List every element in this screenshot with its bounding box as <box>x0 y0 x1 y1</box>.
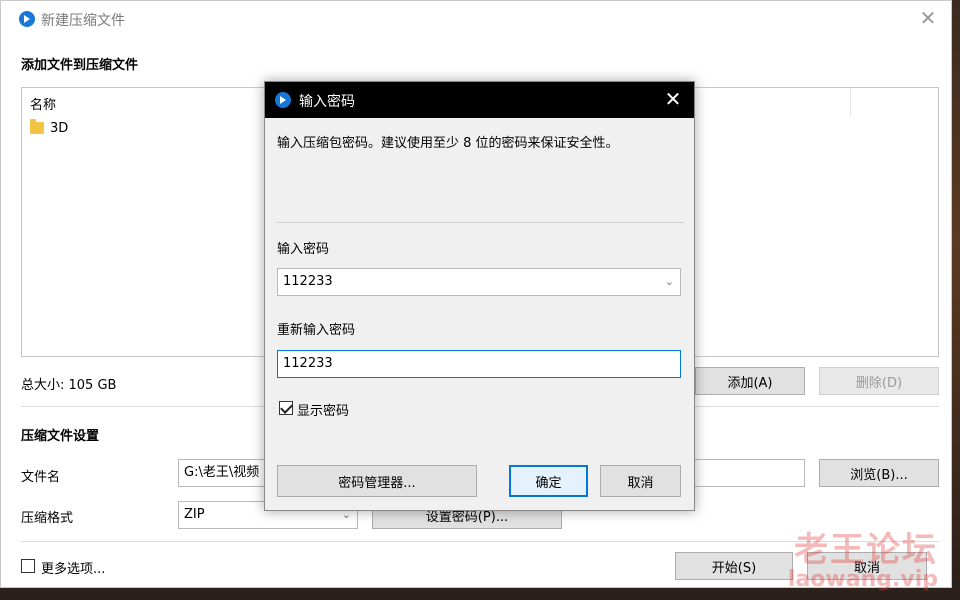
add-button[interactable]: 添加(A) <box>695 367 805 395</box>
dialog-close-icon[interactable]: ✕ <box>662 88 684 110</box>
delete-button[interactable]: 删除(D) <box>819 367 939 395</box>
password-dialog: 输入密码 ✕ 输入压缩包密码。建议使用至少 8 位的密码来保证安全性。 输入密码… <box>264 81 695 511</box>
filename-label: 文件名 <box>21 470 61 485</box>
format-label: 压缩格式 <box>21 511 74 526</box>
browse-button[interactable]: 浏览(B)... <box>819 459 939 487</box>
show-password-checkbox[interactable] <box>279 401 293 415</box>
column-separator <box>850 88 851 116</box>
window-titlebar[interactable]: 新建压缩文件 ✕ <box>1 1 951 37</box>
dialog-description: 输入压缩包密码。建议使用至少 8 位的密码来保证安全性。 <box>277 136 619 151</box>
settings-section-title: 压缩文件设置 <box>21 429 100 444</box>
files-section-title: 添加文件到压缩文件 <box>21 58 139 73</box>
folder-icon <box>30 119 44 134</box>
footer-divider <box>21 541 939 542</box>
confirm-password-input[interactable]: 112233 <box>277 350 681 378</box>
show-password-label[interactable]: 显示密码 <box>297 400 349 419</box>
window-title: 新建压缩文件 <box>41 13 125 29</box>
chevron-down-icon[interactable]: ⌄ <box>665 269 674 295</box>
password-manager-button[interactable]: 密码管理器... <box>277 465 477 497</box>
app-logo-icon <box>19 11 35 27</box>
format-select-value: ZIP <box>184 507 205 522</box>
window-close-icon[interactable]: ✕ <box>917 7 939 29</box>
start-button[interactable]: 开始(S) <box>675 552 793 580</box>
more-options-checkbox[interactable] <box>21 559 35 573</box>
main-cancel-button[interactable]: 取消 <box>807 552 927 580</box>
dialog-cancel-button[interactable]: 取消 <box>600 465 681 497</box>
list-item[interactable]: 3D <box>30 118 68 138</box>
column-header-name[interactable]: 名称 <box>30 94 56 113</box>
ok-button[interactable]: 确定 <box>509 465 588 497</box>
password-label: 输入密码 <box>277 242 330 257</box>
dialog-titlebar[interactable]: 输入密码 ✕ <box>265 82 694 118</box>
more-options-label[interactable]: 更多选项... <box>41 558 105 577</box>
password-input-value: 112233 <box>283 274 333 289</box>
confirm-password-label: 重新输入密码 <box>277 323 356 338</box>
dialog-divider <box>277 222 684 223</box>
total-size-text: 总大小: 105 GB <box>21 378 117 393</box>
dialog-logo-icon <box>275 92 291 108</box>
dialog-title: 输入密码 <box>299 94 355 110</box>
password-input[interactable]: 112233 ⌄ <box>277 268 681 296</box>
list-item-label: 3D <box>50 120 69 136</box>
